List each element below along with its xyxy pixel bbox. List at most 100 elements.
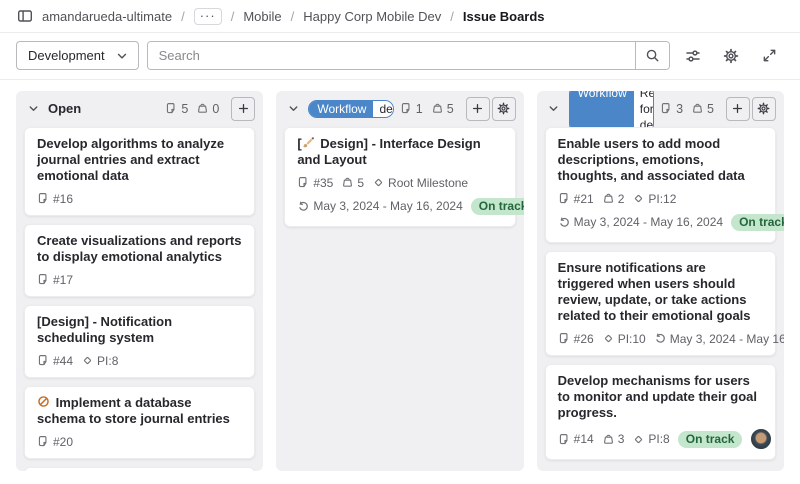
issue-reference: #35	[297, 176, 333, 190]
issue-card[interactable]: Enable users to add mood descriptions, e…	[545, 127, 776, 243]
issue-title[interactable]: Enable users to add mood descriptions, e…	[558, 136, 763, 184]
column-counts: 1 5	[400, 102, 454, 116]
column-title: Open	[48, 101, 81, 116]
issue-card[interactable]: Develop mechanisms for users to monitor …	[545, 364, 776, 460]
column-header: Workflow design 1 5	[276, 91, 523, 126]
program-increment-badge: PI:10	[602, 332, 646, 346]
iteration-dates: May 3, 2024 - May 16, 2024	[558, 215, 723, 229]
chevron-down-icon	[27, 102, 40, 115]
issue-icon	[37, 435, 50, 448]
column-settings-button[interactable]	[752, 97, 776, 121]
issue-card[interactable]: Ensure notifications are triggered when …	[545, 251, 776, 356]
diamond-icon	[632, 192, 645, 205]
label-value: design	[373, 101, 393, 117]
maximize-icon	[762, 48, 777, 63]
issue-card[interactable]: [ Design] - Interface Design and Layout …	[284, 127, 515, 227]
breadcrumb-ellipsis-button[interactable]: ···	[194, 8, 222, 25]
issue-title[interactable]: Develop algorithms to analyze journal en…	[37, 136, 242, 184]
avatar	[750, 428, 772, 450]
board-config-sliders-button[interactable]	[678, 41, 708, 70]
column-header: Open 5 0	[16, 91, 263, 126]
health-status-badge: On track	[731, 214, 784, 231]
assignee-avatars	[750, 428, 772, 450]
label-scope: Workflow	[309, 101, 373, 117]
issue-reference: #14	[558, 432, 594, 446]
gear-icon	[723, 48, 739, 64]
weight-badge: 2	[602, 192, 625, 206]
issue-title[interactable]: [ Design] - Interface Design and Layout	[297, 136, 502, 168]
collapse-column-button[interactable]	[284, 100, 302, 118]
plus-icon	[471, 102, 484, 115]
milestone-badge: Root Milestone	[372, 176, 468, 190]
chevron-down-icon	[547, 102, 560, 115]
collapse-column-button[interactable]	[24, 100, 42, 118]
chevron-down-icon	[115, 49, 129, 63]
expand-fullscreen-button[interactable]	[754, 41, 784, 70]
issue-card[interactable]: Task 3 #38 PI:7 May 3, 2024 - May 16, 20…	[24, 467, 255, 471]
program-increment-badge: PI:8	[632, 432, 669, 446]
board-column-workflow-ready-for-dev: Workflow Ready for dev 3 5	[537, 91, 784, 471]
board-switcher-dropdown[interactable]: Development	[16, 41, 139, 70]
column-header: Workflow Ready for dev 3 5	[537, 91, 784, 126]
search-icon	[645, 48, 660, 63]
sidebar-toggle-icon[interactable]	[17, 8, 33, 24]
health-status-badge: On track	[678, 431, 743, 448]
issue-icon	[37, 192, 50, 205]
weight-icon	[431, 102, 444, 115]
breadcrumb-separator: /	[181, 9, 185, 24]
breadcrumb-page: Issue Boards	[463, 9, 545, 24]
issue-card[interactable]: Create visualizations and reports to dis…	[24, 224, 255, 297]
weight-count: 5	[431, 102, 454, 116]
issue-card[interactable]: Develop algorithms to analyze journal en…	[24, 127, 255, 216]
issue-icon	[660, 102, 673, 115]
search-button[interactable]	[635, 42, 669, 69]
iteration-icon	[654, 332, 667, 345]
breadcrumb-group[interactable]: amandarueda-ultimate	[42, 9, 172, 24]
issue-reference: #44	[37, 354, 73, 368]
breadcrumb: amandarueda-ultimate / ··· / Mobile / Ha…	[0, 0, 800, 33]
issue-board: Open 5 0 Develop algorithms to analyze	[0, 80, 800, 477]
add-issue-button[interactable]	[231, 97, 255, 121]
board-column-workflow-design: Workflow design 1 5	[276, 91, 523, 471]
diamond-icon	[81, 354, 94, 367]
weight-icon	[602, 433, 615, 446]
issue-title[interactable]: Develop mechanisms for users to monitor …	[558, 373, 763, 421]
issue-reference: #20	[37, 435, 73, 449]
gear-icon	[757, 102, 770, 115]
breadcrumb-separator: /	[450, 9, 454, 24]
weight-icon	[341, 176, 354, 189]
issue-icon	[558, 433, 571, 446]
issue-title[interactable]: Implement a database schema to store jou…	[37, 395, 242, 427]
issue-icon	[37, 273, 50, 286]
diamond-icon	[602, 332, 615, 345]
breadcrumb-subgroup[interactable]: Mobile	[243, 9, 281, 24]
issue-icon	[558, 192, 571, 205]
add-issue-button[interactable]	[726, 97, 750, 121]
weight-icon	[691, 102, 704, 115]
issue-reference: #16	[37, 192, 73, 206]
column-settings-button[interactable]	[492, 97, 516, 121]
weight-badge: 3	[602, 432, 625, 446]
issue-count: 1	[400, 102, 423, 116]
issue-card[interactable]: Implement a database schema to store jou…	[24, 386, 255, 459]
collapse-column-button[interactable]	[545, 100, 563, 118]
issue-icon	[37, 354, 50, 367]
add-issue-button[interactable]	[466, 97, 490, 121]
program-increment-badge: PI:8	[81, 354, 118, 368]
board-column-open: Open 5 0 Develop algorithms to analyze	[16, 91, 263, 471]
issue-title[interactable]: [Design] - Notification scheduling syste…	[37, 314, 242, 346]
iteration-icon	[558, 216, 571, 229]
breadcrumb-project[interactable]: Happy Corp Mobile Dev	[303, 9, 441, 24]
issue-icon	[297, 176, 310, 189]
search-input[interactable]	[148, 42, 635, 69]
issue-title[interactable]: Create visualizations and reports to dis…	[37, 233, 242, 265]
board-settings-button[interactable]	[716, 41, 746, 70]
column-counts: 3 5	[660, 102, 714, 116]
column-scoped-label[interactable]: Workflow design	[308, 100, 393, 118]
issue-count: 3	[660, 102, 683, 116]
iteration-dates: May 3, 2024 - May 16, 2024	[654, 332, 784, 346]
iteration-dates: May 3, 2024 - May 16, 2024	[297, 199, 462, 213]
column-card-list: Enable users to add mood descriptions, e…	[537, 126, 784, 468]
issue-title[interactable]: Ensure notifications are triggered when …	[558, 260, 763, 324]
issue-card[interactable]: [Design] - Notification scheduling syste…	[24, 305, 255, 378]
